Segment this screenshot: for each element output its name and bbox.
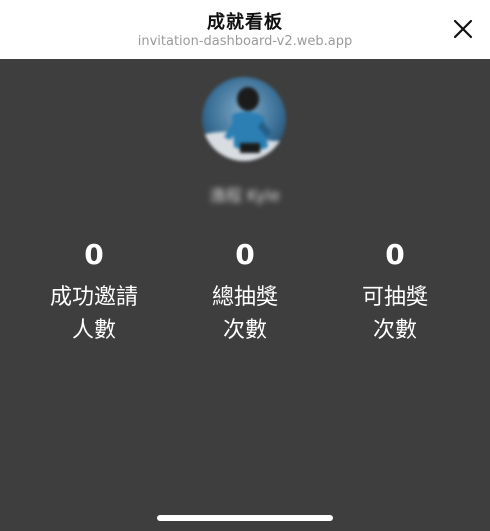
stat-label: 成功邀請 人數 [19,281,169,347]
stat-successful-invites: 0 成功邀請 人數 [19,235,169,347]
stat-available-draws: 0 可抽獎 次數 [320,235,470,347]
stat-label-line: 次數 [372,318,417,343]
stat-value: 0 [385,238,405,271]
stat-value: 0 [84,238,104,271]
stat-label: 總抽獎 次數 [170,281,320,347]
stat-label-line: 總抽獎 [211,285,278,310]
stat-total-draws: 0 總抽獎 次數 [170,235,320,347]
stat-label-line: 成功邀請 [49,285,138,310]
avatar [202,77,286,161]
close-button[interactable] [446,12,480,46]
stat-value: 0 [235,238,255,271]
dashboard-panel: 逸程 Kyle 0 成功邀請 人數 0 總抽獎 次數 0 可抽獎 次數 [0,59,490,531]
stat-label-line: 可抽獎 [361,285,428,310]
username: 逸程 Kyle [209,186,281,205]
home-indicator[interactable] [157,515,333,521]
top-bar: 成就看板 invitation-dashboard-v2.web.app [0,0,490,59]
page-title: 成就看板 [207,12,283,33]
close-icon [453,19,473,39]
stat-label-line: 人數 [71,318,116,343]
stat-label-line: 次數 [222,318,267,343]
stat-label: 可抽獎 次數 [320,281,470,347]
page-url: invitation-dashboard-v2.web.app [137,34,353,49]
